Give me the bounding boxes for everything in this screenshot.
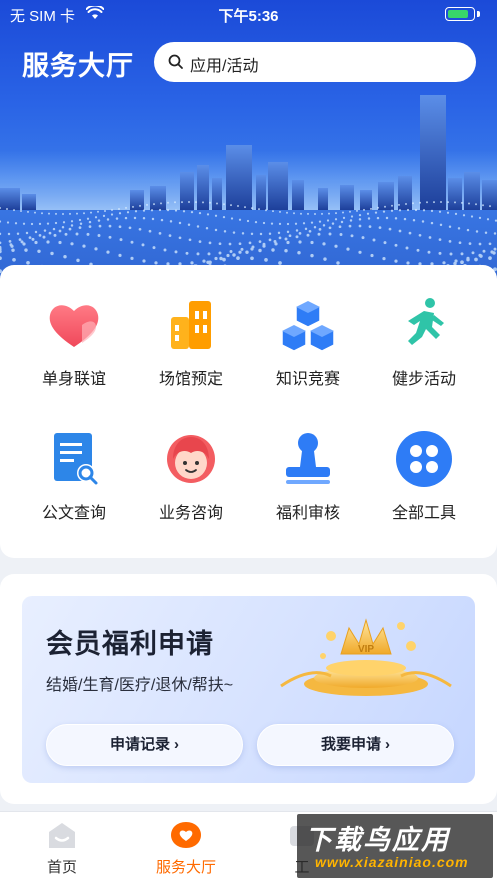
service-venue-booking[interactable]: 场馆预定 [136, 295, 246, 389]
search-placeholder: 应用/活动 [190, 58, 259, 75]
apply-now-label: 我要申请 [320, 736, 381, 753]
search-bar[interactable]: 应用/活动 [154, 42, 476, 82]
service-label: 场馆预定 [158, 371, 223, 388]
chevron-right-icon: › [174, 736, 179, 753]
service-label: 全部工具 [391, 505, 456, 522]
service-label: 健步活动 [391, 371, 456, 388]
watermark-title: 下载鸟应用 [305, 825, 450, 855]
service-business-consult[interactable]: 业务咨询 [136, 429, 246, 523]
watermark-url: www.xiazainiao.com [315, 854, 469, 870]
member-welfare-banner: 会员福利申请 结婚/生育/医疗/退休/帮扶~ VIP 申请记录 › 我要申请 › [22, 596, 475, 783]
service-label: 知识竞赛 [275, 371, 340, 388]
service-single-social[interactable]: 单身联谊 [19, 295, 129, 389]
vip-badge-text: VIP [358, 644, 374, 655]
status-bar: 无 SIM 卡 下午5:36 [0, 0, 497, 28]
chevron-right-icon: › [385, 736, 390, 753]
runner-icon [408, 298, 444, 345]
tab-label: 首页 [46, 859, 77, 876]
service-knowledge-contest[interactable]: 知识竞赛 [253, 295, 363, 389]
cubes-icon [281, 300, 335, 352]
page-title: 服务大厅 [22, 51, 134, 81]
clock: 下午5:36 [218, 8, 279, 25]
grid-icon [396, 431, 452, 487]
service-hall-icon [171, 822, 201, 848]
tab-label: 服务大厅 [155, 859, 216, 876]
apply-now-button[interactable]: 我要申请 › [257, 724, 454, 766]
heart-icon [49, 305, 99, 347]
search-icon [168, 54, 183, 69]
tab-service-hall[interactable]: 服务大厅 [136, 820, 236, 877]
battery-tip [477, 11, 480, 17]
service-walking-activity[interactable]: 健步活动 [369, 295, 479, 389]
service-label: 单身联谊 [41, 371, 106, 388]
member-subtitle: 结婚/生育/医疗/退休/帮扶~ [46, 677, 234, 694]
tab-home[interactable]: 首页 [12, 820, 112, 877]
home-icon [49, 823, 75, 848]
service-label: 福利审核 [275, 505, 340, 522]
vip-crown-illustration: VIP [280, 618, 452, 696]
service-label: 业务咨询 [158, 505, 223, 522]
customer-service-icon [167, 435, 215, 483]
apply-record-button[interactable]: 申请记录 › [46, 724, 243, 766]
service-label: 公文查询 [41, 505, 106, 522]
service-welfare-review[interactable]: 福利审核 [253, 429, 363, 523]
battery-icon [445, 7, 475, 21]
member-section: 会员福利申请 结婚/生育/医疗/退休/帮扶~ VIP 申请记录 › 我要申请 › [0, 574, 497, 804]
services-card: 单身联谊 场馆预定 知识竞赛 健步活动 公文查询 业务咨询 福利审核 全部工具 [0, 265, 497, 558]
building-icon [171, 301, 211, 349]
member-title: 会员福利申请 [46, 629, 214, 659]
document-search-icon [54, 433, 98, 485]
service-all-tools[interactable]: 全部工具 [369, 429, 479, 523]
apply-record-label: 申请记录 [109, 736, 170, 753]
service-document-query[interactable]: 公文查询 [19, 429, 129, 523]
watermark: 下载鸟应用 www.xiazainiao.com [297, 814, 493, 878]
stamp-icon [286, 433, 330, 484]
